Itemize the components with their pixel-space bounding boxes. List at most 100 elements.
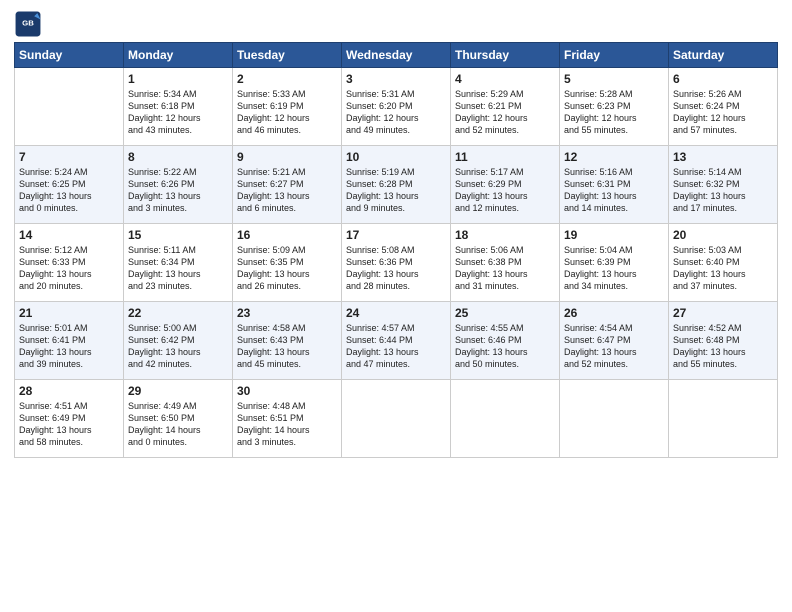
calendar-cell: 28 Sunrise: 4:51 AM Sunset: 6:49 PM Dayli… (15, 380, 124, 458)
day-number: 23 (237, 306, 337, 320)
day-number: 6 (673, 72, 773, 86)
cell-info: Sunrise: 5:06 AM Sunset: 6:38 PM Dayligh… (455, 244, 555, 293)
svg-text:GB: GB (22, 19, 34, 28)
calendar-table: SundayMondayTuesdayWednesdayThursdayFrid… (14, 42, 778, 458)
weekday-header: Monday (124, 43, 233, 68)
calendar-cell: 10 Sunrise: 5:19 AM Sunset: 6:28 PM Dayli… (342, 146, 451, 224)
day-number: 18 (455, 228, 555, 242)
calendar-cell: 27 Sunrise: 4:52 AM Sunset: 6:48 PM Dayli… (669, 302, 778, 380)
day-number: 25 (455, 306, 555, 320)
weekday-header: Tuesday (233, 43, 342, 68)
day-number: 9 (237, 150, 337, 164)
calendar-cell: 30 Sunrise: 4:48 AM Sunset: 6:51 PM Dayli… (233, 380, 342, 458)
cell-info: Sunrise: 5:16 AM Sunset: 6:31 PM Dayligh… (564, 166, 664, 215)
day-number: 5 (564, 72, 664, 86)
day-number: 13 (673, 150, 773, 164)
day-number: 22 (128, 306, 228, 320)
cell-info: Sunrise: 5:29 AM Sunset: 6:21 PM Dayligh… (455, 88, 555, 137)
calendar-cell: 14 Sunrise: 5:12 AM Sunset: 6:33 PM Dayli… (15, 224, 124, 302)
calendar-cell: 18 Sunrise: 5:06 AM Sunset: 6:38 PM Dayli… (451, 224, 560, 302)
calendar-cell: 2Sunrise: 5:33 AM Sunset: 6:19 PM Daylig… (233, 68, 342, 146)
calendar-cell: 16 Sunrise: 5:09 AM Sunset: 6:35 PM Dayli… (233, 224, 342, 302)
weekday-header: Saturday (669, 43, 778, 68)
day-number: 12 (564, 150, 664, 164)
calendar-cell: 23 Sunrise: 4:58 AM Sunset: 6:43 PM Dayli… (233, 302, 342, 380)
header: GB (14, 10, 778, 38)
calendar-week-row: 1 Sunrise: 5:34 AM Sunset: 6:18 PM Daylig… (15, 68, 778, 146)
day-number: 24 (346, 306, 446, 320)
day-number: 28 (19, 384, 119, 398)
calendar-cell: 4 Sunrise: 5:29 AM Sunset: 6:21 PM Daylig… (451, 68, 560, 146)
calendar-cell: 6 Sunrise: 5:26 AM Sunset: 6:24 PM Daylig… (669, 68, 778, 146)
cell-info: Sunrise: 4:58 AM Sunset: 6:43 PM Dayligh… (237, 322, 337, 371)
weekday-row: SundayMondayTuesdayWednesdayThursdayFrid… (15, 43, 778, 68)
cell-info: Sunrise: 5:26 AM Sunset: 6:24 PM Dayligh… (673, 88, 773, 137)
day-number: 7 (19, 150, 119, 164)
calendar-cell (560, 380, 669, 458)
cell-info: Sunrise: 5:24 AM Sunset: 6:25 PM Dayligh… (19, 166, 119, 215)
cell-info: Sunrise: 5:34 AM Sunset: 6:18 PM Dayligh… (128, 88, 228, 137)
cell-info: Sunrise: 5:21 AM Sunset: 6:27 PM Dayligh… (237, 166, 337, 215)
day-number: 27 (673, 306, 773, 320)
cell-info: Sunrise: 5:28 AM Sunset: 6:23 PM Dayligh… (564, 88, 664, 137)
main-container: GB SundayMondayTuesdayWednesdayThursdayF… (0, 0, 792, 466)
day-number: 11 (455, 150, 555, 164)
calendar-cell: 8 Sunrise: 5:22 AM Sunset: 6:26 PM Daylig… (124, 146, 233, 224)
calendar-cell: 15 Sunrise: 5:11 AM Sunset: 6:34 PM Dayli… (124, 224, 233, 302)
day-number: 19 (564, 228, 664, 242)
calendar-week-row: 14 Sunrise: 5:12 AM Sunset: 6:33 PM Dayli… (15, 224, 778, 302)
day-number: 8 (128, 150, 228, 164)
day-number: 16 (237, 228, 337, 242)
calendar-cell: 5 Sunrise: 5:28 AM Sunset: 6:23 PM Daylig… (560, 68, 669, 146)
day-number: 26 (564, 306, 664, 320)
calendar-cell: 21 Sunrise: 5:01 AM Sunset: 6:41 PM Dayli… (15, 302, 124, 380)
cell-info: Sunrise: 4:55 AM Sunset: 6:46 PM Dayligh… (455, 322, 555, 371)
cell-info: Sunrise: 5:11 AM Sunset: 6:34 PM Dayligh… (128, 244, 228, 293)
calendar-cell (669, 380, 778, 458)
calendar-cell: 7 Sunrise: 5:24 AM Sunset: 6:25 PM Daylig… (15, 146, 124, 224)
cell-info: Sunrise: 5:17 AM Sunset: 6:29 PM Dayligh… (455, 166, 555, 215)
calendar-cell: 20Sunrise: 5:03 AM Sunset: 6:40 PM Dayli… (669, 224, 778, 302)
cell-info: Sunrise: 4:49 AM Sunset: 6:50 PM Dayligh… (128, 400, 228, 449)
day-number: 30 (237, 384, 337, 398)
calendar-cell: 12 Sunrise: 5:16 AM Sunset: 6:31 PM Dayli… (560, 146, 669, 224)
cell-info: Sunrise: 5:33 AM Sunset: 6:19 PM Dayligh… (237, 88, 337, 137)
day-number: 29 (128, 384, 228, 398)
cell-info: Sunrise: 4:52 AM Sunset: 6:48 PM Dayligh… (673, 322, 773, 371)
calendar-cell: 22 Sunrise: 5:00 AM Sunset: 6:42 PM Dayli… (124, 302, 233, 380)
cell-info: Sunrise: 5:19 AM Sunset: 6:28 PM Dayligh… (346, 166, 446, 215)
day-number: 17 (346, 228, 446, 242)
cell-info: Sunrise: 4:57 AM Sunset: 6:44 PM Dayligh… (346, 322, 446, 371)
cell-info: Sunrise: 5:31 AM Sunset: 6:20 PM Dayligh… (346, 88, 446, 137)
day-number: 14 (19, 228, 119, 242)
calendar-cell: 19Sunrise: 5:04 AM Sunset: 6:39 PM Dayli… (560, 224, 669, 302)
cell-info: Sunrise: 5:01 AM Sunset: 6:41 PM Dayligh… (19, 322, 119, 371)
day-number: 1 (128, 72, 228, 86)
cell-info: Sunrise: 5:22 AM Sunset: 6:26 PM Dayligh… (128, 166, 228, 215)
cell-info: Sunrise: 4:48 AM Sunset: 6:51 PM Dayligh… (237, 400, 337, 449)
day-number: 3 (346, 72, 446, 86)
cell-info: Sunrise: 5:00 AM Sunset: 6:42 PM Dayligh… (128, 322, 228, 371)
calendar-cell: 3 Sunrise: 5:31 AM Sunset: 6:20 PM Daylig… (342, 68, 451, 146)
calendar-cell: 29 Sunrise: 4:49 AM Sunset: 6:50 PM Dayli… (124, 380, 233, 458)
calendar-cell: 11 Sunrise: 5:17 AM Sunset: 6:29 PM Dayli… (451, 146, 560, 224)
calendar-header: SundayMondayTuesdayWednesdayThursdayFrid… (15, 43, 778, 68)
calendar-cell: 24 Sunrise: 4:57 AM Sunset: 6:44 PM Dayli… (342, 302, 451, 380)
cell-info: Sunrise: 4:51 AM Sunset: 6:49 PM Dayligh… (19, 400, 119, 449)
calendar-cell (451, 380, 560, 458)
cell-info: Sunrise: 5:12 AM Sunset: 6:33 PM Dayligh… (19, 244, 119, 293)
cell-info: Sunrise: 5:09 AM Sunset: 6:35 PM Dayligh… (237, 244, 337, 293)
cell-info: Sunrise: 5:03 AM Sunset: 6:40 PM Dayligh… (673, 244, 773, 293)
calendar-week-row: 21 Sunrise: 5:01 AM Sunset: 6:41 PM Dayli… (15, 302, 778, 380)
calendar-body: 1 Sunrise: 5:34 AM Sunset: 6:18 PM Daylig… (15, 68, 778, 458)
day-number: 15 (128, 228, 228, 242)
calendar-cell (342, 380, 451, 458)
weekday-header: Friday (560, 43, 669, 68)
day-number: 21 (19, 306, 119, 320)
day-number: 10 (346, 150, 446, 164)
day-number: 4 (455, 72, 555, 86)
calendar-cell: 25 Sunrise: 4:55 AM Sunset: 6:46 PM Dayli… (451, 302, 560, 380)
calendar-cell: 1 Sunrise: 5:34 AM Sunset: 6:18 PM Daylig… (124, 68, 233, 146)
calendar-cell: 17Sunrise: 5:08 AM Sunset: 6:36 PM Dayli… (342, 224, 451, 302)
calendar-cell: 13Sunrise: 5:14 AM Sunset: 6:32 PM Dayli… (669, 146, 778, 224)
